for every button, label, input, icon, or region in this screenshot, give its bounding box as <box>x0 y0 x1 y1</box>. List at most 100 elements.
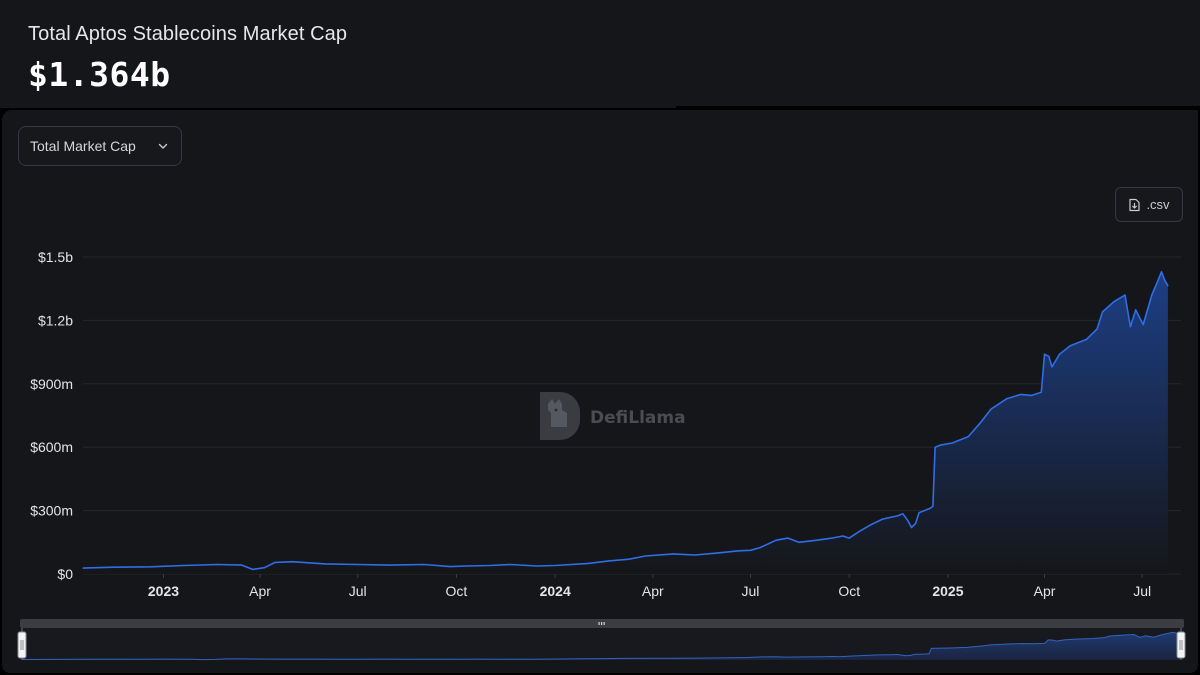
series-point <box>929 507 931 510</box>
series-point <box>608 560 610 562</box>
series-point <box>934 446 936 448</box>
series-point <box>423 563 425 566</box>
series-point <box>749 549 752 551</box>
series-point <box>82 567 84 569</box>
series-point <box>694 554 696 556</box>
series-point <box>489 564 491 567</box>
series-point <box>1164 279 1166 281</box>
series-point <box>759 547 761 549</box>
x-tick-label: Jul <box>349 583 367 599</box>
x-tick-label: 2025 <box>932 583 963 599</box>
series-point <box>324 563 327 565</box>
series-point <box>967 436 969 438</box>
series-point <box>150 566 152 568</box>
x-tick-label: Jul <box>742 583 760 599</box>
series-point <box>980 421 982 423</box>
series-point <box>390 564 392 566</box>
series-point <box>1142 324 1144 326</box>
series-point <box>990 408 992 410</box>
series-point <box>274 561 276 564</box>
series-point <box>449 566 451 568</box>
series-point <box>915 522 917 524</box>
series-point <box>1031 394 1033 396</box>
series-point <box>896 515 899 517</box>
series-point <box>291 561 293 563</box>
watermark-text: DefiLlama <box>590 408 686 428</box>
series-point <box>816 539 818 541</box>
x-tick-label: 2023 <box>148 583 179 599</box>
series-point <box>907 520 909 522</box>
series-point <box>1048 355 1050 357</box>
series-point <box>798 541 800 543</box>
x-tick-label: 2024 <box>540 583 571 599</box>
series-point <box>252 568 254 571</box>
series-point <box>1135 309 1137 311</box>
series-point <box>1167 285 1169 287</box>
y-tick-label: $300m <box>30 503 73 519</box>
series-point <box>1085 338 1087 340</box>
series-point <box>1058 353 1061 355</box>
series-point <box>831 537 833 539</box>
series-point <box>869 524 871 527</box>
series-point <box>1051 366 1053 368</box>
page: Total Aptos Stablecoins Market Cap $1.36… <box>0 0 1200 675</box>
navigator-left-handle[interactable] <box>17 628 27 660</box>
series-point <box>717 552 719 554</box>
x-tick-label: Oct <box>838 583 860 599</box>
navigator-right-handle[interactable] <box>1176 628 1186 660</box>
y-tick-label: $900m <box>30 376 73 392</box>
series-point <box>848 537 850 539</box>
series-point <box>509 563 511 566</box>
x-tick-label: Apr <box>249 583 271 599</box>
series-point <box>628 558 630 560</box>
y-tick-label: $600m <box>30 439 73 455</box>
y-tick-label: $1.2b <box>38 312 73 328</box>
market-cap-chart: DefiLlama $0 $300m $600m $900m $1.2b $1.5b 202… <box>17 249 1186 661</box>
series-point <box>951 442 953 444</box>
series-point <box>1160 271 1163 273</box>
series-point <box>738 550 740 552</box>
series-point <box>357 563 359 566</box>
series-point <box>465 565 467 567</box>
series-point <box>1129 326 1131 328</box>
series-point <box>1043 353 1046 355</box>
series-point <box>644 555 646 557</box>
series-point <box>536 565 538 567</box>
watermark: DefiLlama <box>540 392 686 440</box>
x-tick-label: Oct <box>446 583 468 599</box>
series-point <box>587 562 590 565</box>
series-point <box>112 566 114 568</box>
series-point <box>1040 391 1042 393</box>
series-point <box>918 512 920 514</box>
series-point <box>1006 398 1008 400</box>
series-point <box>902 513 904 515</box>
series-point <box>1156 281 1158 283</box>
series-point <box>775 539 777 541</box>
series-point <box>183 564 185 567</box>
series-point <box>910 526 913 529</box>
x-tick-label: Apr <box>1034 583 1056 599</box>
series-point <box>1151 294 1153 296</box>
y-tick-label: $0 <box>57 566 73 582</box>
series-point <box>554 564 556 567</box>
series-point <box>1069 345 1071 347</box>
series-point <box>787 537 789 539</box>
y-tick-label: $1.5b <box>38 249 73 265</box>
series-point <box>1124 294 1126 296</box>
series-point <box>263 567 265 569</box>
series-point <box>939 444 942 446</box>
series-point <box>1020 393 1022 395</box>
series-point <box>858 531 860 533</box>
grip-icon <box>598 622 605 625</box>
series-point <box>932 505 934 507</box>
x-tick-label: Apr <box>642 583 664 599</box>
series-point <box>881 518 884 520</box>
series-point <box>1101 311 1104 313</box>
x-tick-label: Jul <box>1133 583 1151 599</box>
series-point <box>842 535 844 537</box>
series-point <box>1096 328 1098 330</box>
llama-logo-icon <box>540 392 580 440</box>
series-point <box>216 563 218 566</box>
series-point <box>1113 300 1115 302</box>
range-navigator[interactable] <box>17 619 1186 661</box>
